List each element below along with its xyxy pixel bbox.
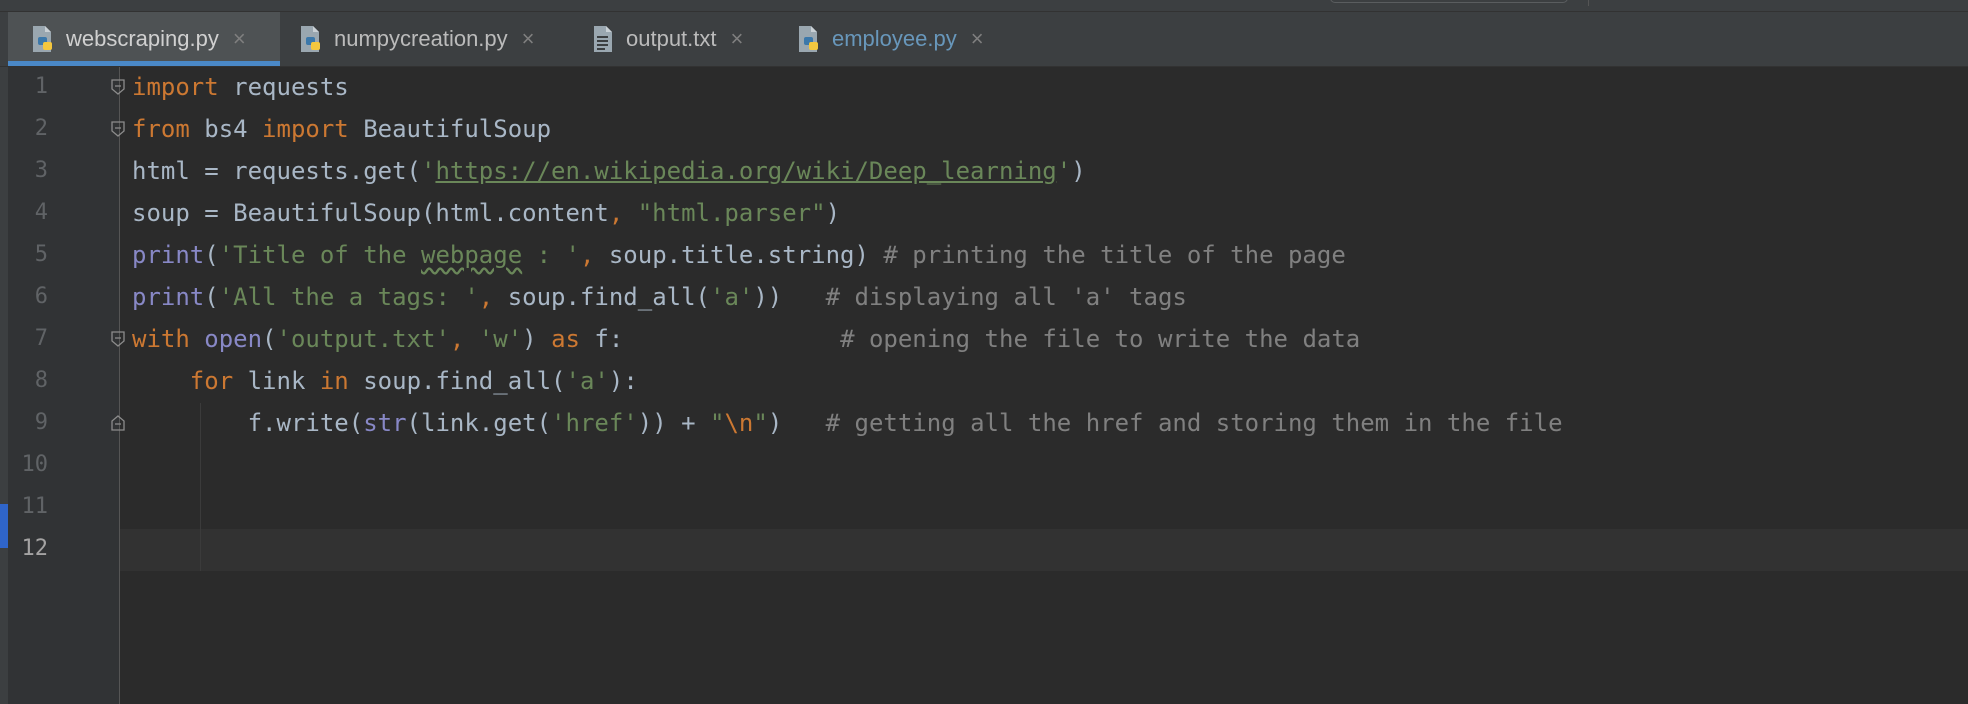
line-number: 9 [34, 410, 48, 435]
code-line[interactable]: with open('output.txt', 'w') as f: # ope… [132, 318, 1360, 360]
line-number: 2 [34, 116, 48, 141]
code-line[interactable]: print('All the a tags: ', soup.find_all(… [132, 276, 1187, 318]
toolbar-divider [1588, 0, 1589, 6]
python-file-icon [799, 26, 818, 52]
search-field-edge[interactable] [1330, 0, 1568, 3]
fold-marker-icon[interactable] [110, 121, 126, 137]
text-file-icon [594, 26, 612, 52]
close-icon[interactable]: × [233, 26, 246, 52]
close-icon[interactable]: × [971, 26, 984, 52]
line-number: 7 [34, 326, 48, 351]
code-line[interactable]: import requests [132, 66, 349, 108]
line-number: 11 [21, 494, 49, 519]
tab-webscraping-py[interactable]: webscraping.py × [8, 12, 280, 66]
line-number: 6 [34, 284, 48, 309]
tab-numpycreation-py[interactable]: numpycreation.py × [298, 12, 535, 66]
line-number: 10 [21, 452, 49, 477]
editor-tab-bar: webscraping.py × numpycreation.py × outp… [0, 12, 1968, 67]
python-file-icon [33, 26, 52, 52]
tab-label: output.txt [626, 26, 717, 51]
code-line[interactable]: soup = BeautifulSoup(html.content, "html… [132, 192, 840, 234]
code-line[interactable]: print('Title of the webpage : ', soup.ti… [132, 234, 1346, 276]
gutter-divider [119, 67, 120, 704]
active-tool-marker [0, 504, 8, 548]
fold-end-marker-icon[interactable] [110, 415, 126, 431]
code-line[interactable]: for link in soup.find_all('a'): [132, 360, 638, 402]
python-file-icon [301, 26, 320, 52]
line-number: 5 [34, 242, 48, 267]
tab-label: webscraping.py [66, 26, 219, 51]
current-line-highlight [120, 529, 1968, 571]
tab-label: employee.py [832, 26, 957, 51]
code-line[interactable]: f.write(str(link.get('href')) + "\n") # … [132, 402, 1563, 444]
tab-employee-py[interactable]: employee.py × [796, 12, 984, 66]
code-line[interactable]: html = requests.get('https://en.wikipedi… [132, 150, 1086, 192]
line-number: 1 [34, 74, 48, 99]
line-number: 3 [34, 158, 48, 183]
close-icon[interactable]: × [522, 26, 535, 52]
line-number-current: 12 [21, 536, 49, 561]
tab-label: numpycreation.py [334, 26, 508, 51]
close-icon[interactable]: × [731, 26, 744, 52]
line-number: 8 [34, 368, 48, 393]
fold-marker-icon[interactable] [110, 79, 126, 95]
tab-output-txt[interactable]: output.txt × [590, 12, 743, 66]
line-number: 4 [34, 200, 48, 225]
window-top-strip [0, 0, 1968, 12]
code-line[interactable]: from bs4 import BeautifulSoup [132, 108, 551, 150]
tool-window-strip [0, 67, 8, 704]
fold-marker-icon[interactable] [110, 331, 126, 347]
